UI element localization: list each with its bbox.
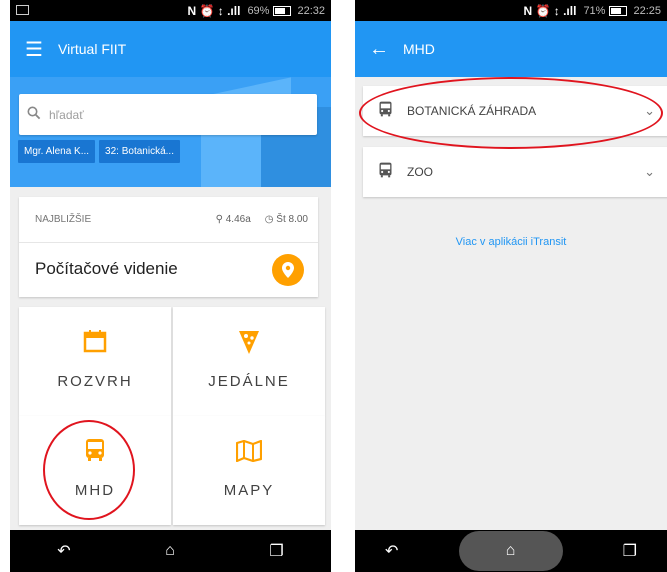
tile-jedalne[interactable]: JEDÁLNE bbox=[173, 307, 325, 416]
tile-mapy[interactable]: MAPY bbox=[173, 416, 325, 525]
bus-icon bbox=[363, 162, 407, 183]
recent-chips: Mgr. Alena K... 32: Botanická... bbox=[18, 140, 184, 163]
next-lesson-card[interactable]: NAJBLIŽŠIE ⚲ 4.46a ◷ Št 8.00 Počítačové … bbox=[19, 197, 318, 297]
system-nav-bar: ↶ ⌂ ❐ bbox=[10, 530, 331, 572]
route-label: ZOO bbox=[407, 165, 433, 179]
battery-icon bbox=[273, 5, 292, 16]
app-title: Virtual FIIT bbox=[58, 41, 127, 57]
next-lesson-header: NAJBLIŽŠIE ⚲ 4.46a ◷ Št 8.00 bbox=[35, 214, 308, 225]
notification-icon bbox=[16, 5, 29, 15]
clock: 22:25 bbox=[633, 4, 661, 17]
clock-icon: ◷ bbox=[264, 214, 274, 225]
location-button[interactable] bbox=[272, 254, 304, 286]
search-placeholder: hľadať bbox=[49, 107, 84, 122]
screen-title: MHD bbox=[403, 41, 435, 57]
back-icon[interactable]: ← bbox=[355, 38, 403, 61]
home-icon[interactable]: ⌂ bbox=[165, 542, 175, 560]
recents-icon[interactable]: ❐ bbox=[269, 541, 283, 561]
pin-icon: ⚲ bbox=[215, 214, 223, 225]
battery-icon bbox=[609, 5, 628, 16]
search-icon bbox=[19, 106, 49, 123]
clock: 22:32 bbox=[297, 4, 325, 17]
next-location: ⚲ 4.46a bbox=[216, 214, 251, 225]
home-icon: ⌂ bbox=[505, 542, 516, 559]
system-nav-bar: ↶ ⌂ ❐ bbox=[355, 530, 667, 572]
itransit-link[interactable]: Viac v aplikácii iTransit bbox=[355, 236, 667, 248]
tile-label: JEDÁLNE bbox=[208, 373, 290, 390]
location-text: 4.46a bbox=[225, 214, 251, 225]
time-text: Št 8.00 bbox=[276, 214, 308, 225]
app-bar: ← MHD bbox=[355, 21, 667, 77]
next-lesson-title: Počítačové videnie bbox=[35, 259, 178, 278]
back-arrow-icon[interactable]: ↶ bbox=[57, 541, 70, 561]
battery-percent: 71% bbox=[583, 4, 606, 17]
next-time: ◷ Št 8.00 bbox=[265, 214, 308, 225]
tile-rozvrh[interactable]: ROZVRH bbox=[19, 307, 171, 416]
battery-percent: 69% bbox=[247, 4, 270, 17]
status-bar: N ⏰ ↕ .ıll 69% 22:32 bbox=[10, 0, 331, 21]
next-label: NAJBLIŽŠIE bbox=[35, 214, 92, 225]
app-bar: ☰ Virtual FIIT bbox=[10, 21, 331, 77]
divider bbox=[19, 242, 318, 243]
annotation-circle bbox=[43, 420, 135, 520]
hero-banner: hľadať Mgr. Alena K... 32: Botanická... bbox=[10, 77, 331, 187]
map-icon bbox=[173, 438, 325, 469]
calendar-icon bbox=[19, 329, 171, 360]
search-input[interactable]: hľadať bbox=[19, 94, 317, 135]
annotation-ellipse bbox=[359, 77, 663, 149]
home-button[interactable]: ⌂ bbox=[458, 531, 563, 571]
chip-recent-2[interactable]: 32: Botanická... bbox=[99, 140, 180, 163]
tile-label: MAPY bbox=[223, 482, 275, 499]
back-arrow-icon[interactable]: ↶ bbox=[385, 541, 398, 561]
status-icons: N ⏰ ↕ .ıll bbox=[523, 3, 577, 18]
pizza-icon bbox=[173, 329, 325, 362]
tile-label: ROZVRH bbox=[57, 373, 133, 390]
status-bar: N ⏰ ↕ .ıll 71% 22:25 bbox=[355, 0, 667, 21]
route-item-zoo[interactable]: ZOO ⌄ bbox=[363, 147, 667, 197]
recents-icon[interactable]: ❐ bbox=[623, 541, 637, 561]
status-icons: N ⏰ ↕ .ıll bbox=[187, 3, 241, 18]
chip-recent-1[interactable]: Mgr. Alena K... bbox=[18, 140, 96, 163]
chevron-down-icon[interactable]: ⌄ bbox=[644, 164, 655, 180]
menu-icon[interactable]: ☰ bbox=[10, 37, 58, 62]
